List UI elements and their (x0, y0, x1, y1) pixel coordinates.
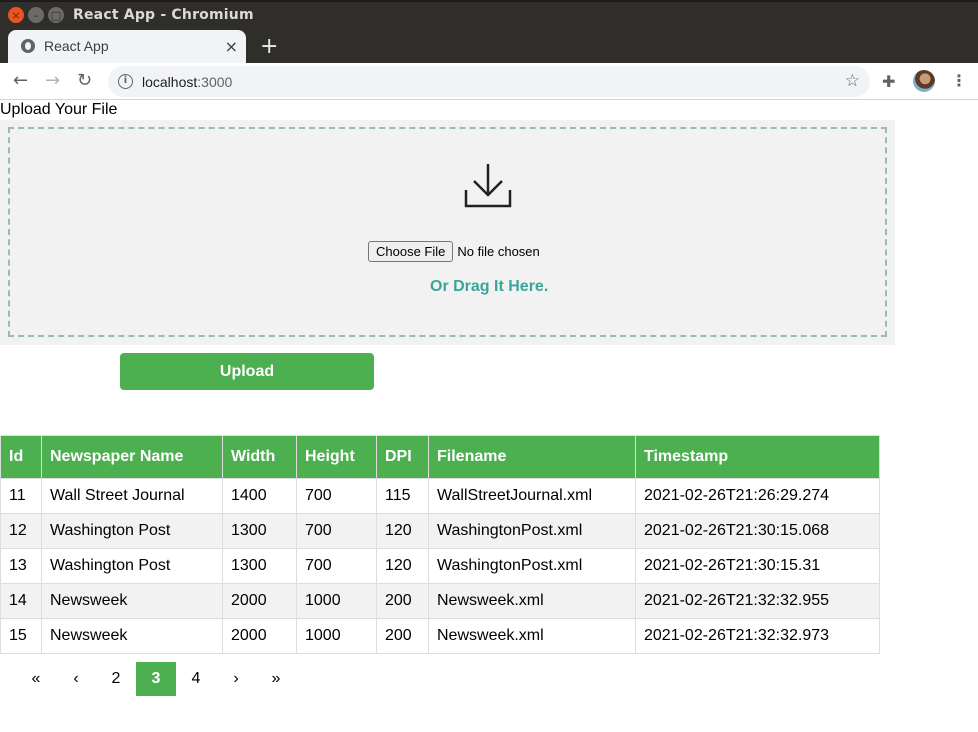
file-picker: Choose File No file chosen (368, 241, 540, 262)
table-header-row: Id Newspaper Name Width Height DPI Filen… (0, 435, 880, 479)
column-header: Filename (428, 435, 636, 479)
tab-react-app[interactable]: React App × (8, 30, 246, 63)
table-cell: 1000 (296, 618, 377, 654)
table-cell: 2000 (222, 583, 297, 619)
table-cell: 700 (296, 513, 377, 549)
browser-toolbar: ← → ↻ i localhost:3000 ☆ ✚ ⋮ (0, 63, 978, 100)
column-header: Width (222, 435, 297, 479)
column-header: Timestamp (635, 435, 880, 479)
table-cell: 1300 (222, 513, 297, 549)
table-cell: 12 (0, 513, 42, 549)
profile-avatar[interactable] (913, 70, 935, 92)
bookmark-star-icon[interactable]: ☆ (845, 71, 860, 91)
table-cell: WashingtonPost.xml (428, 548, 636, 584)
address-bar[interactable]: i localhost:3000 ☆ (108, 66, 870, 97)
table-cell: 700 (296, 548, 377, 584)
upload-heading: Upload Your File (0, 101, 118, 118)
table-row: 14 Newsweek 2000 1000 200 Newsweek.xml 2… (0, 583, 880, 619)
table-cell: 200 (376, 618, 429, 654)
pagination: « ‹ 2 3 4 › » (16, 662, 296, 696)
table-cell: 14 (0, 583, 42, 619)
table-cell: 13 (0, 548, 42, 584)
table-cell: Newsweek (41, 583, 223, 619)
new-tab-button[interactable]: + (260, 34, 278, 59)
window-close-button[interactable]: × (8, 7, 24, 23)
table-cell: Wall Street Journal (41, 478, 223, 514)
table-cell: 2000 (222, 618, 297, 654)
table-cell: 11 (0, 478, 42, 514)
extensions-icon[interactable]: ✚ (882, 72, 895, 91)
window-minimize-button[interactable]: – (28, 7, 44, 23)
url-port: :3000 (197, 74, 233, 90)
table-cell: 2021-02-26T21:26:29.274 (635, 478, 880, 514)
newspaper-table: Id Newspaper Name Width Height DPI Filen… (0, 435, 880, 654)
table-cell: WashingtonPost.xml (428, 513, 636, 549)
dropzone-container: Choose File No file chosen Or Drag It He… (0, 120, 895, 345)
drop-zone[interactable]: Choose File No file chosen Or Drag It He… (8, 127, 887, 337)
reload-button[interactable]: ↻ (77, 70, 92, 91)
tab-close-button[interactable]: × (225, 37, 238, 56)
table-cell: 2021-02-26T21:32:32.955 (635, 583, 880, 619)
pagination-first[interactable]: « (16, 662, 56, 696)
tab-strip: React App × + (0, 30, 978, 63)
file-status: No file chosen (457, 244, 540, 259)
table-cell: 2021-02-26T21:30:15.068 (635, 513, 880, 549)
table-cell: Newsweek (41, 618, 223, 654)
window-title: React App - Chromium (73, 7, 254, 23)
table-cell: 15 (0, 618, 42, 654)
table-row: 13 Washington Post 1300 700 120 Washingt… (0, 548, 880, 584)
table-cell: 115 (376, 478, 429, 514)
column-header: Newspaper Name (41, 435, 223, 479)
site-info-icon[interactable]: i (118, 74, 133, 89)
choose-file-button[interactable]: Choose File (368, 241, 454, 262)
page-content: Upload Your File Choose File No file cho… (0, 101, 978, 732)
column-header: Id (0, 435, 42, 479)
download-icon (464, 164, 512, 208)
pagination-page-4[interactable]: 4 (176, 662, 216, 696)
window-controls: × – □ (8, 7, 64, 23)
titlebar-edge (0, 0, 978, 2)
table-row: 12 Washington Post 1300 700 120 Washingt… (0, 513, 880, 549)
window-titlebar: × – □ React App - Chromium (0, 0, 978, 30)
pagination-page-2[interactable]: 2 (96, 662, 136, 696)
table-cell: 120 (376, 513, 429, 549)
column-header: DPI (376, 435, 429, 479)
table-row: 11 Wall Street Journal 1400 700 115 Wall… (0, 478, 880, 514)
forward-button[interactable]: → (45, 70, 60, 91)
table-cell: Washington Post (41, 548, 223, 584)
tab-label: React App (44, 38, 109, 54)
pagination-last[interactable]: » (256, 662, 296, 696)
kebab-menu-icon[interactable]: ⋮ (951, 71, 967, 90)
table-cell: 1300 (222, 548, 297, 584)
table-cell: 2021-02-26T21:32:32.973 (635, 618, 880, 654)
table-cell: 120 (376, 548, 429, 584)
table-cell: 700 (296, 478, 377, 514)
upload-button[interactable]: Upload (120, 353, 374, 390)
window-maximize-button[interactable]: □ (48, 7, 64, 23)
table-cell: 1400 (222, 478, 297, 514)
url-text[interactable]: localhost:3000 (142, 74, 232, 90)
table-cell: Newsweek.xml (428, 618, 636, 654)
pagination-page-3[interactable]: 3 (136, 662, 176, 696)
table-cell: WallStreetJournal.xml (428, 478, 636, 514)
table-cell: 200 (376, 583, 429, 619)
pagination-prev[interactable]: ‹ (56, 662, 96, 696)
table-row: 15 Newsweek 2000 1000 200 Newsweek.xml 2… (0, 618, 880, 654)
back-button[interactable]: ← (13, 70, 28, 91)
table-cell: 2021-02-26T21:30:15.31 (635, 548, 880, 584)
table-cell: Washington Post (41, 513, 223, 549)
column-header: Height (296, 435, 377, 479)
table-cell: 1000 (296, 583, 377, 619)
url-host: localhost (142, 74, 198, 90)
globe-icon (21, 39, 35, 53)
table-cell: Newsweek.xml (428, 583, 636, 619)
drag-hint: Or Drag It Here. (430, 278, 549, 295)
pagination-next[interactable]: › (216, 662, 256, 696)
